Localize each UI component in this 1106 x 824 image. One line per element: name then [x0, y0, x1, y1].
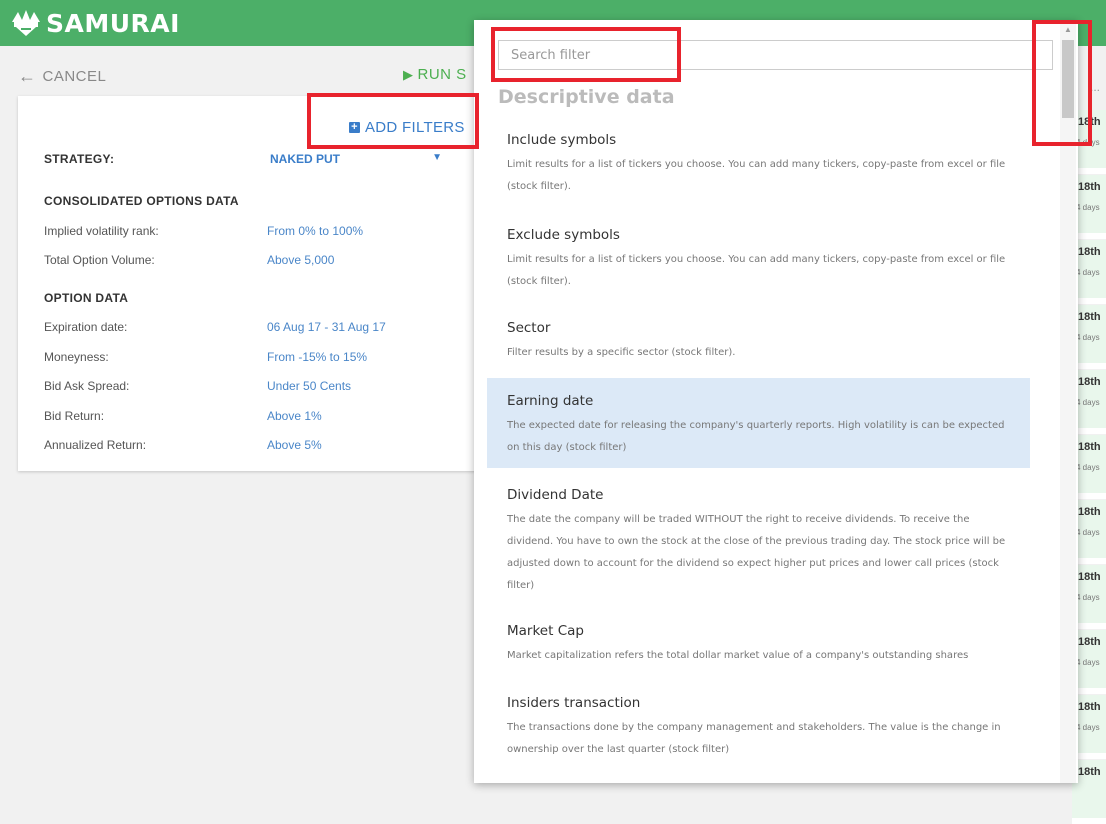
filter-option-market-cap[interactable]: Market Cap Market capitalization refers …: [487, 623, 1030, 667]
filter-option-title: Earning date: [507, 393, 594, 409]
filter-option-desc: The date the company will be traded WITH…: [507, 514, 1006, 591]
filter-option-title: Sector: [507, 320, 551, 336]
result-title: 18th: [1078, 311, 1101, 323]
section-title: Descriptive data: [498, 86, 675, 108]
filter-label: Bid Ask Spread:: [44, 379, 130, 393]
filter-option-exclude-symbols[interactable]: Exclude symbols Limit results for a list…: [487, 227, 1030, 293]
filter-label: Total Option Volume:: [44, 253, 155, 267]
filter-value[interactable]: 06 Aug 17 - 31 Aug 17: [267, 320, 386, 334]
filter-option-title: Market Cap: [507, 623, 584, 639]
samurai-logo[interactable]: SAMURAI: [8, 8, 180, 38]
result-title: 18th: [1078, 571, 1101, 583]
filter-label: Implied volatility rank:: [44, 224, 159, 238]
filter-label: Moneyness:: [44, 350, 109, 364]
add-filters-label: ADD FILTERS: [365, 119, 465, 136]
filter-value[interactable]: Above 5%: [267, 438, 322, 452]
strategy-select[interactable]: NAKED PUT ▼: [270, 152, 442, 166]
result-days: 4 days: [1076, 658, 1100, 667]
filter-option-desc: The transactions done by the company man…: [507, 722, 1001, 755]
brand-name: SAMURAI: [46, 8, 180, 38]
filter-label: Bid Return:: [44, 409, 105, 423]
result-title: 18th: [1078, 116, 1101, 128]
result-days: 4 days: [1076, 138, 1100, 147]
filter-value[interactable]: Under 50 Cents: [267, 379, 351, 393]
filter-value[interactable]: From -15% to 15%: [267, 350, 367, 364]
run-label: RUN S: [417, 66, 467, 83]
result-title: 18th: [1078, 181, 1101, 193]
scrollbar-thumb[interactable]: [1062, 40, 1074, 118]
filter-option-desc: Limit results for a list of tickers you …: [507, 254, 1006, 287]
result-days: 4 days: [1076, 463, 1100, 472]
result-title: 18th: [1078, 246, 1101, 258]
result-title: 18th: [1078, 766, 1101, 778]
strategy-value: NAKED PUT: [270, 152, 341, 166]
result-days: 4 days: [1076, 203, 1100, 212]
result-title: 18th: [1078, 376, 1101, 388]
filter-label: Expiration date:: [44, 320, 128, 334]
run-screener-button[interactable]: ▶ RUN S: [403, 66, 478, 83]
filter-label: Annualized Return:: [44, 438, 147, 452]
filter-value[interactable]: Above 1%: [267, 409, 322, 423]
option-data-header: OPTION DATA: [44, 291, 129, 305]
filter-option-desc: Limit results for a list of tickers you …: [507, 159, 1006, 192]
result-days: 4 days: [1076, 593, 1100, 602]
filter-option-title: Dividend Date: [507, 487, 604, 503]
result-title: 18th: [1078, 506, 1101, 518]
samurai-helmet-icon: [12, 10, 40, 36]
add-filters-button[interactable]: + ADD FILTERS: [349, 119, 465, 136]
filter-option-dividend-date[interactable]: Dividend Date The date the company will …: [487, 487, 1030, 597]
cancel-button[interactable]: ← CANCEL: [18, 66, 106, 87]
cancel-label: CANCEL: [42, 68, 107, 85]
filter-dropdown-panel: Descriptive data Include symbols Limit r…: [474, 20, 1078, 783]
result-days: 4 days: [1076, 333, 1100, 342]
filter-option-sector[interactable]: Sector Filter results by a specific sect…: [487, 320, 1030, 364]
filter-option-desc: Market capitalization refers the total d…: [507, 650, 969, 661]
result-title: 18th: [1078, 441, 1101, 453]
plus-icon: +: [349, 122, 360, 133]
filter-option-title: Insiders transaction: [507, 695, 641, 711]
strategy-label: STRATEGY:: [44, 152, 115, 166]
filter-option-desc: Filter results by a specific sector (sto…: [507, 347, 736, 358]
result-days: 4 days: [1076, 528, 1100, 537]
filter-option-include-symbols[interactable]: Include symbols Limit results for a list…: [487, 132, 1030, 198]
filter-option-title: Include symbols: [507, 132, 617, 148]
arrow-left-icon: ←: [18, 66, 37, 86]
result-title: 18th: [1078, 636, 1101, 648]
result-days: 4 days: [1076, 398, 1100, 407]
result-title: 18th: [1078, 701, 1101, 713]
result-days: 4 days: [1076, 268, 1100, 277]
filter-option-earning-date[interactable]: Earning date The expected date for relea…: [487, 378, 1030, 468]
caret-down-icon: ▼: [432, 152, 442, 163]
scrollbar-track[interactable]: [1060, 24, 1076, 783]
filter-option-insiders-transaction[interactable]: Insiders transaction The transactions do…: [487, 695, 1030, 761]
result-days: 4 days: [1076, 723, 1100, 732]
consolidated-options-header: CONSOLIDATED OPTIONS DATA: [44, 194, 239, 208]
filter-option-title: Exclude symbols: [507, 227, 620, 243]
play-icon: ▶: [403, 66, 414, 82]
filter-option-desc: The expected date for releasing the comp…: [507, 420, 1005, 453]
scroll-up-icon[interactable]: ▲: [1062, 24, 1074, 36]
filter-value[interactable]: Above 5,000: [267, 253, 334, 267]
search-filter-input[interactable]: [498, 40, 1053, 70]
filter-value[interactable]: From 0% to 100%: [267, 224, 363, 238]
more-indicator: ...: [1090, 80, 1101, 94]
